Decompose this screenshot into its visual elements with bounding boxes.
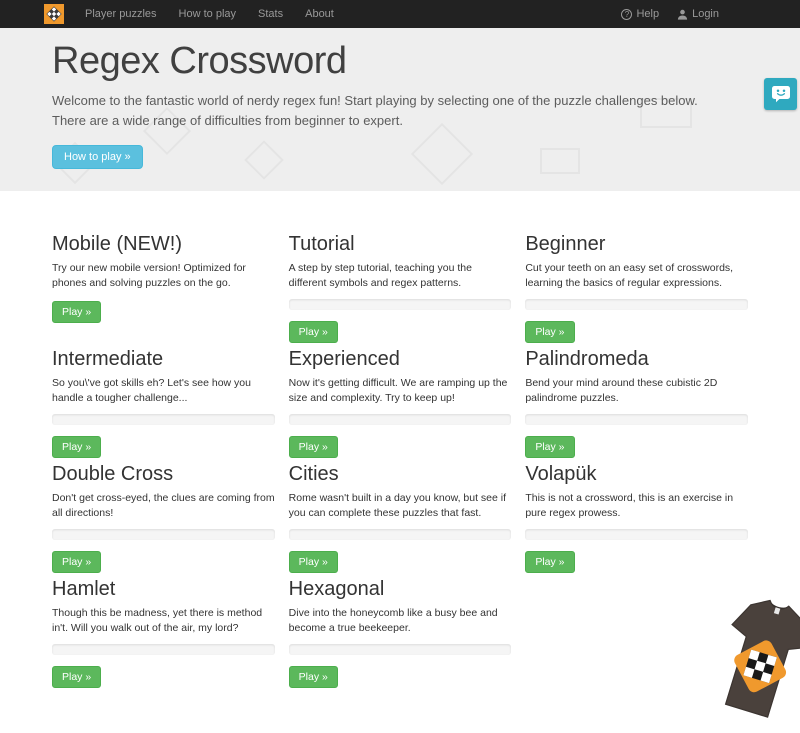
card-hamlet: Hamlet Though this be madness, yet there… — [52, 578, 275, 688]
navbar: Player puzzles How to play Stats About ?… — [0, 0, 800, 28]
play-button[interactable]: Play » — [525, 436, 574, 458]
card-description: Don't get cross-eyed, the clues are comi… — [52, 491, 275, 521]
page-title: Regex Crossword — [52, 40, 748, 83]
play-button[interactable]: Play » — [289, 666, 338, 688]
card-title: Mobile (NEW!) — [52, 233, 275, 255]
card-volapuk: Volapük This is not a crossword, this is… — [525, 463, 748, 573]
regex-crossword-logo-icon[interactable] — [44, 4, 64, 24]
card-description: So you\'ve got skills eh? Let's see how … — [52, 376, 275, 406]
how-to-play-button[interactable]: How to play » — [52, 145, 143, 169]
play-button[interactable]: Play » — [525, 321, 574, 343]
card-title: Volapük — [525, 463, 748, 485]
nav-item-about[interactable]: About — [294, 0, 345, 28]
progress-bar — [52, 644, 275, 655]
card-title: Beginner — [525, 233, 748, 255]
help-link[interactable]: ? Help — [612, 0, 668, 28]
card-double-cross: Double Cross Don't get cross-eyed, the c… — [52, 463, 275, 573]
card-description: Bend your mind around these cubistic 2D … — [525, 376, 748, 406]
card-description: Rome wasn't built in a day you know, but… — [289, 491, 512, 521]
card-title: Intermediate — [52, 348, 275, 370]
nav-item-how-to-play[interactable]: How to play — [168, 0, 247, 28]
card-cities: Cities Rome wasn't built in a day you kn… — [289, 463, 512, 573]
user-icon — [677, 9, 688, 20]
card-title: Palindromeda — [525, 348, 748, 370]
feedback-button[interactable] — [764, 78, 797, 110]
card-description: Though this be madness, yet there is met… — [52, 606, 275, 636]
card-title: Cities — [289, 463, 512, 485]
card-description: Cut your teeth on an easy set of crosswo… — [525, 261, 748, 291]
help-icon: ? — [621, 9, 632, 20]
card-tutorial: Tutorial A step by step tutorial, teachi… — [289, 233, 512, 343]
card-intermediate: Intermediate So you\'ve got skills eh? L… — [52, 348, 275, 458]
card-description: Now it's getting difficult. We are rampi… — [289, 376, 512, 406]
login-link[interactable]: Login — [668, 0, 728, 28]
progress-bar — [289, 529, 512, 540]
smiley-speech-bubble-icon — [771, 85, 791, 103]
card-description: This is not a crossword, this is an exer… — [525, 491, 748, 521]
progress-bar — [525, 299, 748, 310]
progress-bar — [289, 414, 512, 425]
play-button[interactable]: Play » — [289, 321, 338, 343]
nav-item-stats[interactable]: Stats — [247, 0, 294, 28]
progress-bar — [289, 299, 512, 310]
play-button[interactable]: Play » — [289, 551, 338, 573]
card-description: Try our new mobile version! Optimized fo… — [52, 261, 275, 291]
help-label: Help — [636, 0, 659, 28]
play-button[interactable]: Play » — [525, 551, 574, 573]
progress-bar — [289, 644, 512, 655]
hero-subtitle: Welcome to the fantastic world of nerdy … — [52, 91, 730, 131]
progress-bar — [52, 414, 275, 425]
play-button[interactable]: Play » — [52, 666, 101, 688]
play-button[interactable]: Play » — [289, 436, 338, 458]
card-mobile: Mobile (NEW!) Try our new mobile version… — [52, 233, 275, 343]
card-hexagonal: Hexagonal Dive into the honeycomb like a… — [289, 578, 512, 688]
progress-bar — [52, 529, 275, 540]
card-title: Experienced — [289, 348, 512, 370]
card-description: A step by step tutorial, teaching you th… — [289, 261, 512, 291]
card-title: Hamlet — [52, 578, 275, 600]
login-label: Login — [692, 0, 719, 28]
card-title: Double Cross — [52, 463, 275, 485]
navbar-right: ? Help Login — [612, 0, 728, 28]
nav-item-player-puzzles[interactable]: Player puzzles — [74, 0, 168, 28]
puzzle-challenges-section: Mobile (NEW!) Try our new mobile version… — [0, 191, 800, 688]
card-palindromeda: Palindromeda Bend your mind around these… — [525, 348, 748, 458]
play-button[interactable]: Play » — [52, 301, 101, 323]
cards-grid: Mobile (NEW!) Try our new mobile version… — [52, 233, 748, 688]
card-description: Dive into the honeycomb like a busy bee … — [289, 606, 512, 636]
play-button[interactable]: Play » — [52, 436, 101, 458]
card-beginner: Beginner Cut your teeth on an easy set o… — [525, 233, 748, 343]
navbar-inner: Player puzzles How to play Stats About ?… — [44, 0, 756, 28]
progress-bar — [525, 414, 748, 425]
card-title: Hexagonal — [289, 578, 512, 600]
card-experienced: Experienced Now it's getting difficult. … — [289, 348, 512, 458]
play-button[interactable]: Play » — [52, 551, 101, 573]
progress-bar — [525, 529, 748, 540]
card-title: Tutorial — [289, 233, 512, 255]
hero-jumbotron: Regex Crossword Welcome to the fantastic… — [0, 28, 800, 191]
